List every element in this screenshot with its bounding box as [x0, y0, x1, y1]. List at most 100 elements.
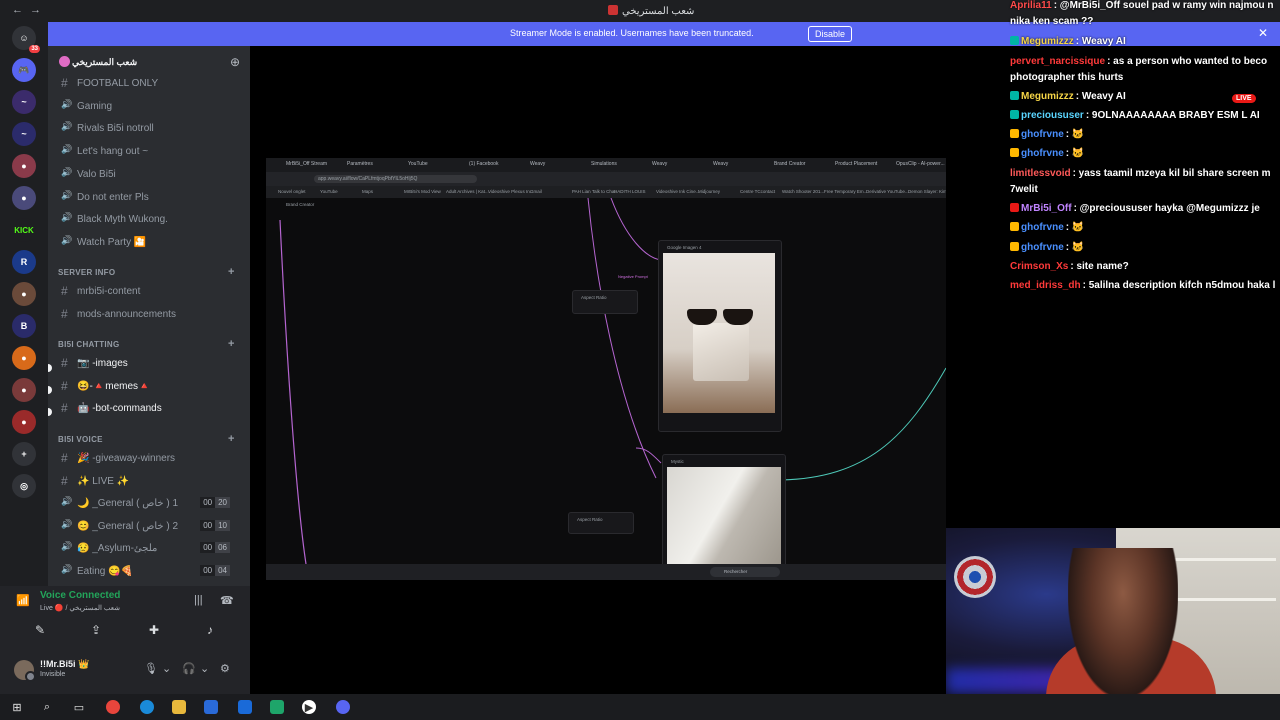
speaker-icon: 🔊	[61, 121, 73, 132]
text-channel[interactable]: # ✨ LIVE ✨	[58, 472, 244, 492]
voice-channel[interactable]: 🔊 Eating 😋🍕 00 04	[58, 562, 244, 582]
chat-message: ghofrvne: 🐱	[1010, 148, 1084, 159]
screen-share-icon[interactable]: ⇪	[76, 620, 116, 640]
mystic-node[interactable]: Mystic	[662, 454, 786, 572]
noise-suppression-icon[interactable]: |||	[194, 594, 203, 606]
server-icon[interactable]: ~	[12, 90, 36, 114]
chevron-down-icon[interactable]: ⌄	[200, 662, 209, 675]
channel-category[interactable]: SERVER INFO +	[58, 266, 234, 278]
bookmark: Demon Slayer: Kimet...	[908, 189, 946, 194]
chrome-icon[interactable]	[106, 700, 120, 714]
forward-arrow-icon[interactable]: →	[30, 4, 41, 16]
bookmark: YouTube	[320, 189, 338, 194]
search-icon[interactable]: ⌕	[40, 700, 54, 714]
server-icon[interactable]: ●	[12, 346, 36, 370]
aspect-ratio-node[interactable]: Aspect Ratio	[568, 512, 634, 534]
shared-screen-taskbar: Rechercher	[266, 564, 946, 580]
server-icon[interactable]: ●	[12, 282, 36, 306]
server-icon[interactable]: KICK	[12, 218, 36, 242]
voice-connected-subtitle[interactable]: Live 🔴 / شعب المستريخي	[40, 604, 120, 612]
text-channel[interactable]: # 🎉 -giveaway-winners	[58, 449, 244, 469]
chat-text: : 🐱	[1065, 242, 1085, 253]
edge-icon[interactable]	[140, 700, 154, 714]
hashtag-icon: #	[61, 306, 68, 321]
avatar[interactable]	[14, 660, 36, 682]
server-icon[interactable]: 🎮	[12, 58, 36, 82]
discord-icon[interactable]	[336, 700, 350, 714]
add-channel-icon[interactable]: +	[228, 338, 235, 350]
server-icon[interactable]: ●	[12, 154, 36, 178]
chat-badge-icon	[1010, 148, 1019, 157]
invite-people-icon[interactable]: ⊕	[230, 55, 240, 69]
server-icon[interactable]: ~	[12, 122, 36, 146]
voice-channel[interactable]: 🔊 Do not enter Pls	[58, 188, 244, 208]
chat-text: 7welit	[1010, 184, 1038, 195]
chat-text: : @MrBi5i_Off souel pad w ramy win najmo…	[1053, 0, 1274, 11]
voice-channel[interactable]: 🔊 🌙 _General ( خاص ) 1 00 20	[58, 494, 244, 514]
bookmark: HADITH LOUIS	[614, 189, 646, 194]
chevron-down-icon[interactable]: ⌄	[162, 662, 171, 675]
microphone-icon[interactable]: 🎙	[144, 662, 158, 675]
hashtag-icon: #	[61, 451, 68, 465]
disable-streamer-mode-button[interactable]: Disable	[808, 26, 853, 42]
server-icon[interactable]: ◎	[12, 474, 36, 498]
google-imagen-node[interactable]: Google Imagen 4	[658, 240, 782, 432]
user-status: Invisible	[40, 671, 66, 678]
voice-channel[interactable]: 🔊 Watch Party 🎦	[58, 233, 244, 253]
app-icon[interactable]	[270, 700, 284, 714]
file-explorer-icon[interactable]	[172, 700, 186, 714]
signal-icon[interactable]: 📶	[16, 594, 30, 607]
chat-text: : 🐱	[1065, 148, 1085, 159]
channel-category[interactable]: BI5I VOICE +	[58, 433, 234, 445]
shared-screen[interactable]: MrBi5i_Off Stream Paramètres YouTube (1) Fa…	[266, 158, 946, 580]
text-channel[interactable]: # FOOTBALL ONLY	[58, 74, 244, 94]
voice-channel[interactable]: 🔊 Valo Bi5i	[58, 165, 244, 185]
browser-tab: Paramètres	[347, 161, 373, 167]
voice-channel[interactable]: 🔊 Black Myth Wukong.	[58, 210, 244, 230]
activities-icon[interactable]: ✚	[134, 620, 174, 640]
server-icon[interactable]: +	[12, 442, 36, 466]
disconnect-icon[interactable]: ☎	[220, 594, 234, 607]
aspect-ratio-node[interactable]: Aspect Ratio	[572, 290, 638, 314]
add-channel-icon[interactable]: +	[228, 266, 235, 278]
speaker-icon: 🔊	[61, 189, 73, 200]
text-channel[interactable]: # 😆-🔺memes🔺	[58, 377, 244, 397]
bookmark: Adult Archives | Kat...	[446, 189, 489, 194]
mail-icon[interactable]	[238, 700, 252, 714]
voice-connected-title[interactable]: Voice Connected	[40, 590, 120, 601]
text-channel[interactable]: # mods-announcements	[58, 305, 244, 325]
channel-category[interactable]: BI5I CHATTING +	[58, 338, 234, 350]
text-channel[interactable]: # 🤖 -bot-commands	[58, 399, 244, 419]
channel-name: 😥 _Asylum-ملجئ	[77, 543, 158, 555]
text-channel[interactable]: # mrbi5i-content	[58, 282, 244, 302]
browser-tab: Weavy	[652, 161, 668, 167]
server-icon[interactable]: ●	[12, 410, 36, 434]
server-icon[interactable]: ●	[12, 378, 36, 402]
settings-gear-icon[interactable]: ⚙	[220, 662, 230, 675]
windows-start-icon[interactable]: ⊞	[10, 700, 24, 714]
streamer-mode-message: Streamer Mode is enabled. Usernames have…	[510, 28, 754, 38]
voice-channel[interactable]: 🔊 😊 _General ( خاص ) 2 00 10	[58, 517, 244, 537]
headphones-icon[interactable]: 🎧	[182, 662, 196, 675]
hashtag-icon: #	[61, 284, 68, 298]
add-channel-icon[interactable]: +	[228, 433, 235, 445]
channel-name: FOOTBALL ONLY	[77, 78, 159, 89]
server-icon[interactable]: ●	[12, 186, 36, 210]
task-view-icon[interactable]: ▭	[72, 700, 86, 714]
bookmarks-bar: Nouvel onglet YouTube Maps MrBi5i's Mod Vie…	[266, 186, 946, 198]
voice-channel[interactable]: 🔊 Gaming	[58, 97, 244, 117]
media-player-icon[interactable]: ▶	[302, 700, 316, 714]
voice-channel[interactable]: 🔊 Let's hang out ~	[58, 142, 244, 162]
username[interactable]: !!Mr.Bi5i 👑	[40, 659, 89, 670]
server-icon[interactable]: B	[12, 314, 36, 338]
text-channel[interactable]: # 📷 -images	[58, 354, 244, 374]
store-icon[interactable]	[204, 700, 218, 714]
server-icon[interactable]: R	[12, 250, 36, 274]
voice-channel[interactable]: 🔊 😥 _Asylum-ملجئ 00 06	[58, 539, 244, 559]
camera-icon[interactable]: ✎	[20, 620, 60, 640]
back-arrow-icon[interactable]: ←	[12, 4, 23, 16]
home-button[interactable]: ☺ 33	[12, 26, 40, 53]
soundboard-icon[interactable]: ♪	[190, 620, 230, 640]
chat-message: Megumizzz: Weavy AI	[1010, 36, 1126, 47]
voice-channel[interactable]: 🔊 Rivals Bi5i notroll	[58, 119, 244, 139]
